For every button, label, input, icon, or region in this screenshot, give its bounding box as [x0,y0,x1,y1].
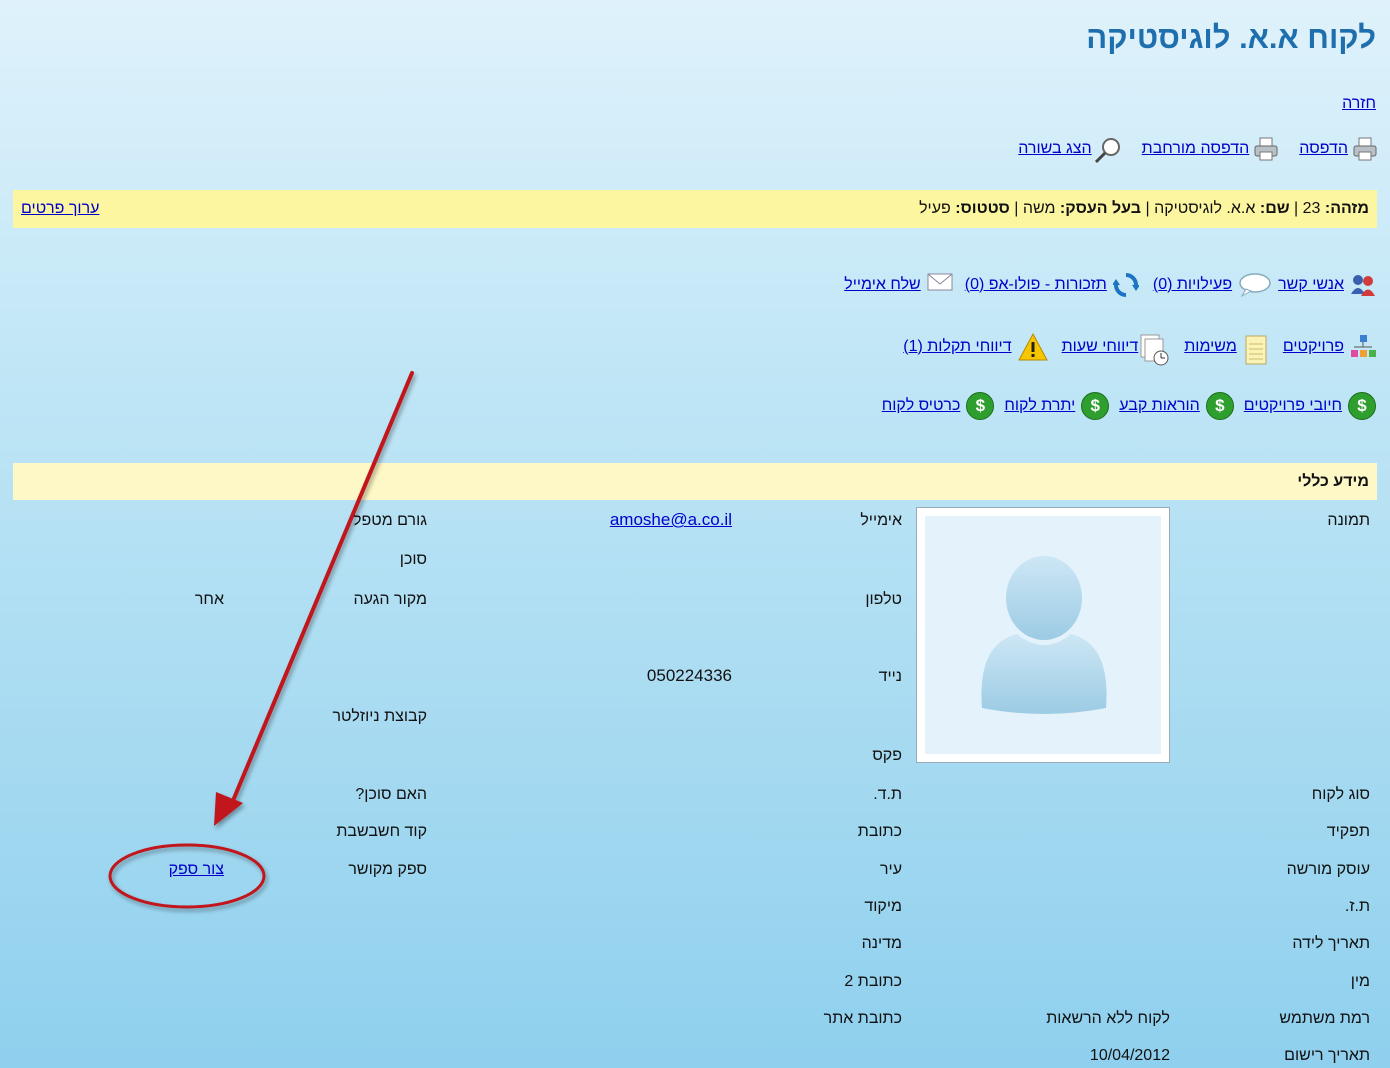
dollar-icon: $ [966,392,995,420]
source-value: אחר [194,591,224,608]
separator: | [1294,200,1299,217]
contacts-link[interactable]: אנשי קשר [1278,276,1344,294]
is-agent-label: האם סוכן? [355,786,427,803]
licensed-dealer-label: עוסק מורשה [1286,861,1370,878]
po-box-label: ת.ד. [873,786,902,803]
print-label[interactable]: הדפסה [1299,140,1348,158]
extended-print-label[interactable]: הדפסה מורחבת [1142,140,1250,158]
printer-icon [1253,136,1279,162]
links-row-finance: $ חיובי פרויקטים $ הוראות קבע $ יתרת לקו… [882,392,1376,420]
owner-label: בעל העסק: [1059,200,1141,217]
owner-value: משה [1022,200,1056,217]
dollar-icon: $ [1081,392,1110,420]
speech-bubble-icon [1238,272,1272,298]
magnifier-icon [1094,136,1122,164]
linked-supplier-label: ספק מקושר [348,861,427,878]
country-label: מדינה [861,935,902,952]
page-title: לקוח א.א. לוגיסטיקה [1086,20,1376,55]
zip-label: מיקוד [864,898,902,915]
phone-label: טלפון [865,591,902,608]
toolbar: הדפסה הדפסה מורחבת הצג בשורה [1018,136,1378,164]
address2-label: כתובת 2 [844,973,902,990]
customer-cards-link[interactable]: כרטיס לקוח [882,397,961,415]
customer-summary: מזהה: 23 | שם: א.א. לוגיסטיקה | בעל העסק… [919,200,1369,218]
envelope-icon [927,272,953,298]
activities-link[interactable]: פעילויות (0) [1153,276,1232,294]
status-value: פעיל [919,200,951,217]
accounting-code-label: קוד חשבשבת [336,823,427,840]
refresh-icon [1111,272,1140,298]
website-label: כתובת אתר [823,1010,902,1027]
user-avatar-icon [981,556,1107,714]
print-button[interactable]: הדפסה [1299,136,1378,162]
extended-print-button[interactable]: הדפסה מורחבת [1142,136,1280,162]
customer-balance-link[interactable]: יתרת לקוח [1004,397,1075,415]
projects-link[interactable]: פרויקטים [1283,338,1344,356]
projects-icon [1350,334,1376,360]
customer-type-label: סוג לקוח [1311,786,1370,803]
hour-reports-link[interactable]: דיווחי שעות [1062,338,1139,356]
registration-date-value: 10/04/2012 [1089,1047,1170,1064]
gender-label: מין [1350,973,1370,990]
separator: | [1145,200,1150,217]
reminders-link[interactable]: תזכורות - פולו-אפ (0) [965,276,1107,294]
id-value: 23 [1302,200,1321,217]
name-value: א.א. לוגיסטיקה [1154,200,1256,217]
fault-reports-link[interactable]: דיווחי תקלות (1) [903,338,1011,356]
id-label: מזהה: [1324,200,1369,217]
back-link[interactable]: חזרה [1342,95,1376,113]
customer-info-bar: מזהה: 23 | שם: א.א. לוגיסטיקה | בעל העסק… [13,190,1377,228]
user-level-label: רמת משתמש [1279,1010,1370,1027]
tasks-link[interactable]: משימות [1184,338,1237,356]
name-label: שם: [1259,200,1290,217]
email-label: אימייל [860,512,902,529]
send-email-link[interactable]: שלח אימייל [844,276,920,294]
create-supplier-link[interactable]: צור ספק [169,861,224,879]
photo-label: תמונה [1327,512,1370,529]
warning-icon [1017,332,1048,362]
registration-date-label: תאריך רישום [1284,1047,1370,1064]
edit-details-link[interactable]: ערוך פרטים [21,200,99,218]
id-number-label: ת.ז. [1344,898,1370,915]
notepad-icon [1243,334,1269,365]
links-row-work: פרויקטים משימות דיווחי שעות דיווחי תקלות… [903,332,1376,366]
printer-icon [1352,136,1378,162]
mobile-label: נייד [878,668,902,685]
contacts-icon [1350,272,1376,298]
birth-date-label: תאריך לידה [1292,935,1370,952]
show-in-row-button[interactable]: הצג בשורה [1018,136,1122,164]
general-info-header: מידע כללי [13,463,1377,500]
dollar-icon: $ [1205,392,1234,420]
fax-label: פקס [872,747,902,764]
standing-orders-link[interactable]: הוראות קבע [1119,397,1200,415]
mobile-value: 050224336 [646,666,732,685]
project-charges-link[interactable]: חיובי פרויקטים [1244,397,1342,415]
status-label: סטטוס: [955,200,1010,217]
address-label: כתובת [857,823,902,840]
user-level-value: לקוח ללא הרשאות [1046,1010,1170,1027]
customer-photo [916,507,1170,763]
timesheet-icon [1140,334,1170,366]
dollar-icon: $ [1348,392,1376,420]
show-in-row-label[interactable]: הצג בשורה [1018,140,1091,158]
handler-label: גורם מטפל [353,512,427,529]
links-row-communication: אנשי קשר פעילויות (0) תזכורות - פולו-אפ … [844,272,1376,298]
separator: | [1014,200,1019,217]
agent-label: סוכן [399,551,427,568]
city-label: עיר [879,861,902,878]
role-label: תפקיד [1326,823,1370,840]
email-value-link[interactable]: amoshe@a.co.il [610,510,732,530]
source-label: מקור הגעה [353,591,427,608]
newsletter-group-label: קבוצת ניוזלטר [332,708,427,725]
